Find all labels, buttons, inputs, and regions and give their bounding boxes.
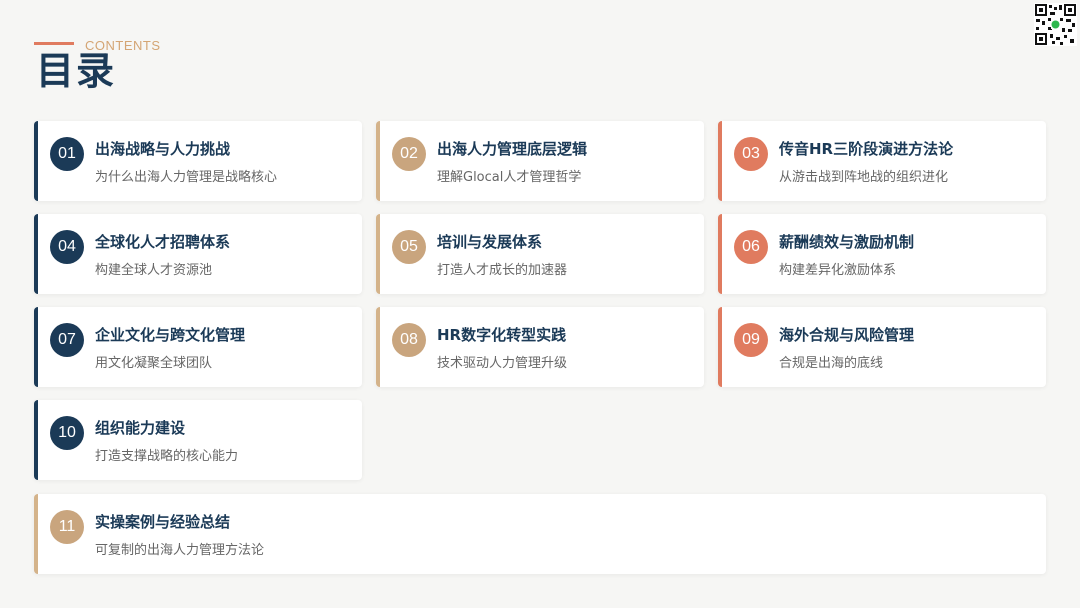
item-number: 06 <box>734 230 768 264</box>
item-title: 海外合规与风险管理 <box>779 326 915 344</box>
toc-item-11[interactable]: 11 实操案例与经验总结 可复制的出海人力管理方法论 <box>34 494 1046 574</box>
item-number: 03 <box>734 137 768 171</box>
item-title: 组织能力建设 <box>95 419 186 437</box>
toc-item-09[interactable]: 09 海外合规与风险管理 合规是出海的底线 <box>718 307 1046 387</box>
toc-item-08[interactable]: 08 HR数字化转型实践 技术驱动人力管理升级 <box>376 307 704 387</box>
item-number: 02 <box>392 137 426 171</box>
item-title: 出海战略与人力挑战 <box>95 140 231 158</box>
header-accent-line <box>34 42 74 45</box>
item-subtitle: 打造人才成长的加速器 <box>437 263 568 278</box>
item-subtitle: 为什么出海人力管理是战略核心 <box>95 170 278 185</box>
toc-item-05[interactable]: 05 培训与发展体系 打造人才成长的加速器 <box>376 214 704 294</box>
item-subtitle: 合规是出海的底线 <box>779 356 884 371</box>
item-subtitle: 构建全球人才资源池 <box>95 263 213 278</box>
toc-item-07[interactable]: 07 企业文化与跨文化管理 用文化凝聚全球团队 <box>34 307 362 387</box>
item-subtitle: 打造支撑战略的核心能力 <box>95 449 239 464</box>
item-title: 企业文化与跨文化管理 <box>95 326 246 344</box>
item-subtitle: 构建差异化激励体系 <box>779 263 897 278</box>
item-number: 11 <box>50 510 84 544</box>
item-subtitle: 用文化凝聚全球团队 <box>95 356 213 371</box>
toc-item-04[interactable]: 04 全球化人才招聘体系 构建全球人才资源池 <box>34 214 362 294</box>
item-title: 培训与发展体系 <box>437 233 543 251</box>
item-number: 08 <box>392 323 426 357</box>
item-number: 10 <box>50 416 84 450</box>
item-number: 04 <box>50 230 84 264</box>
item-subtitle: 可复制的出海人力管理方法论 <box>95 543 265 558</box>
qr-code-icon <box>1034 3 1077 46</box>
item-title: HR数字化转型实践 <box>437 326 567 344</box>
item-subtitle: 技术驱动人力管理升级 <box>437 356 568 371</box>
item-title: 传音HR三阶段演进方法论 <box>779 140 954 158</box>
item-title: 出海人力管理底层逻辑 <box>437 140 588 158</box>
item-title: 全球化人才招聘体系 <box>95 233 231 251</box>
item-number: 05 <box>392 230 426 264</box>
item-number: 09 <box>734 323 768 357</box>
toc-item-06[interactable]: 06 薪酬绩效与激励机制 构建差异化激励体系 <box>718 214 1046 294</box>
toc-item-01[interactable]: 01 出海战略与人力挑战 为什么出海人力管理是战略核心 <box>34 121 362 201</box>
toc-item-03[interactable]: 03 传音HR三阶段演进方法论 从游击战到阵地战的组织进化 <box>718 121 1046 201</box>
item-number: 07 <box>50 323 84 357</box>
toc-item-10[interactable]: 10 组织能力建设 打造支撑战略的核心能力 <box>34 400 362 480</box>
item-number: 01 <box>50 137 84 171</box>
item-title: 薪酬绩效与激励机制 <box>779 233 915 251</box>
item-subtitle: 从游击战到阵地战的组织进化 <box>779 170 949 185</box>
item-title: 实操案例与经验总结 <box>95 513 231 531</box>
item-subtitle: 理解Glocal人才管理哲学 <box>437 170 582 185</box>
page-title: 目录 <box>36 49 117 93</box>
toc-item-02[interactable]: 02 出海人力管理底层逻辑 理解Glocal人才管理哲学 <box>376 121 704 201</box>
